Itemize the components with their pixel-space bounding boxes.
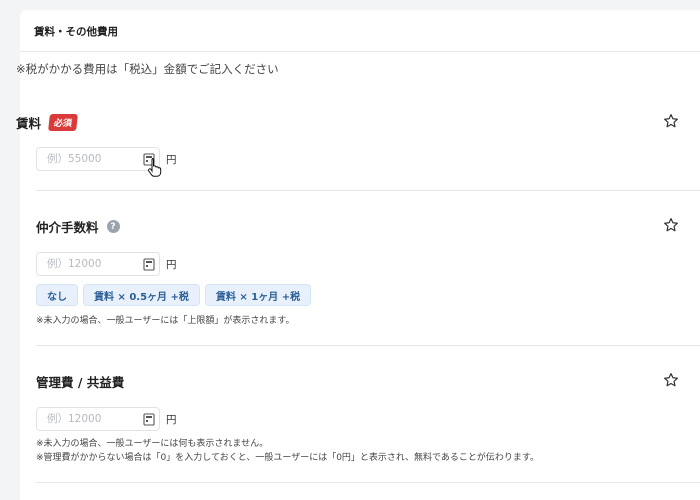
section-divider xyxy=(36,345,700,346)
card-title: 賃料・その他費用 xyxy=(20,10,700,52)
management-note-2: ※管理費がかからない場合は「0」を入力しておくと、一般ユーザーには「0円」と表示… xyxy=(36,453,540,463)
rent-unit: 円 xyxy=(166,153,177,166)
calculator-icon[interactable] xyxy=(143,258,155,271)
management-input-row: 円 xyxy=(36,407,177,431)
management-input[interactable] xyxy=(47,413,137,425)
calculator-icon[interactable] xyxy=(143,413,155,426)
management-label-row: 管理費 / 共益費 xyxy=(36,372,124,391)
hand-cursor-icon xyxy=(148,158,162,177)
rent-input[interactable] xyxy=(47,153,137,165)
chip-one-month[interactable]: 賃料 × 1ヶ月 +税 xyxy=(204,284,312,306)
brokerage-input[interactable] xyxy=(47,258,137,270)
brokerage-input-row: 円 xyxy=(36,252,177,276)
brokerage-unit: 円 xyxy=(166,258,177,271)
management-input-box xyxy=(36,407,160,431)
tax-note: ※税がかかる費用は「税込」金額でご記入ください xyxy=(16,62,279,76)
star-icon[interactable] xyxy=(663,113,679,129)
chip-none[interactable]: なし xyxy=(36,284,78,306)
rent-label-row: 賃料 必須 xyxy=(16,113,78,132)
rent-label: 賃料 xyxy=(16,116,42,131)
brokerage-note: ※未入力の場合、一般ユーザーには「上限額」が表示されます。 xyxy=(36,316,295,326)
chip-half-month[interactable]: 賃料 × 0.5ヶ月 +税 xyxy=(83,284,200,306)
management-label: 管理費 / 共益費 xyxy=(36,375,125,390)
rent-input-box xyxy=(36,147,160,171)
management-unit: 円 xyxy=(166,413,177,426)
management-note-1: ※未入力の場合、一般ユーザーには何も表示されません。 xyxy=(36,439,269,449)
star-icon[interactable] xyxy=(663,372,679,388)
section-divider xyxy=(36,482,700,483)
help-icon[interactable]: ? xyxy=(106,220,120,233)
section-divider xyxy=(36,190,700,191)
required-badge: 必須 xyxy=(48,114,78,131)
star-icon[interactable] xyxy=(663,217,679,233)
brokerage-input-box xyxy=(36,252,160,276)
brokerage-chips: なし 賃料 × 0.5ヶ月 +税 賃料 × 1ヶ月 +税 xyxy=(36,284,312,306)
brokerage-label-row: 仲介手数料 ? xyxy=(36,217,120,236)
brokerage-label: 仲介手数料 xyxy=(36,220,99,235)
